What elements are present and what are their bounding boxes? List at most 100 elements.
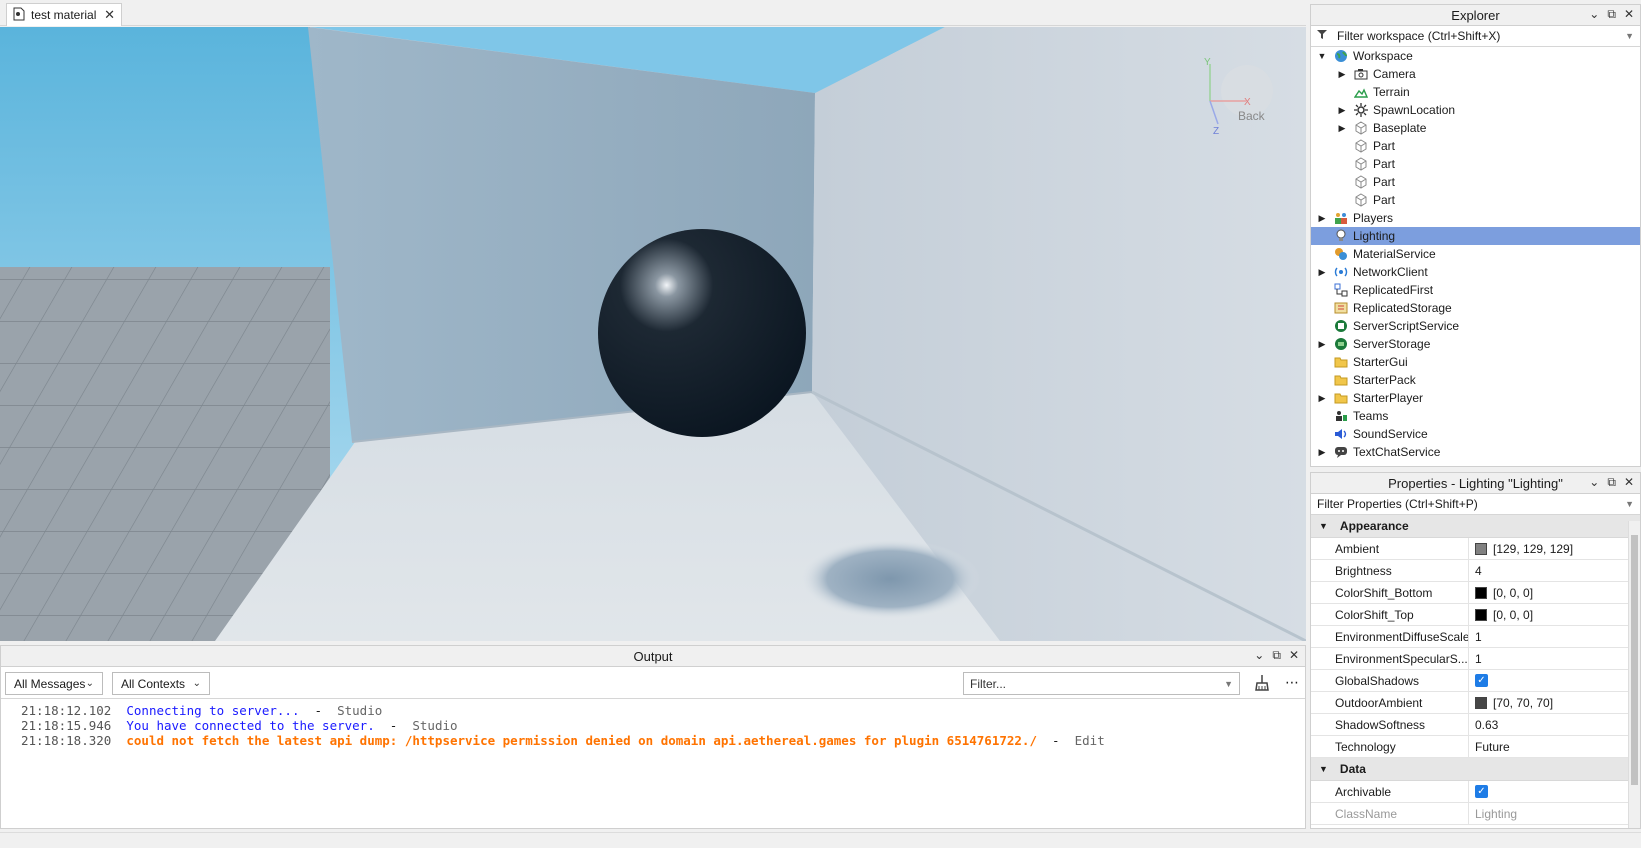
tree-item-lighting[interactable]: Lighting — [1311, 227, 1640, 245]
tree-item-networkclient[interactable]: ▶ NetworkClient — [1311, 263, 1640, 281]
properties-filter-input[interactable]: Filter Properties (Ctrl+Shift+P) ▼ — [1311, 494, 1640, 515]
tree-item-players[interactable]: ▶ Players — [1311, 209, 1640, 227]
output-filter-input[interactable]: Filter... ▼ — [963, 672, 1240, 695]
tree-item-serverscriptservice[interactable]: ServerScriptService — [1311, 317, 1640, 335]
folder-icon — [1333, 373, 1349, 387]
property-value[interactable]: 1 — [1469, 648, 1482, 669]
property-value[interactable]: 0.63 — [1469, 714, 1498, 735]
tree-item-replicatedfirst[interactable]: ReplicatedFirst — [1311, 281, 1640, 299]
property-value[interactable]: ✓ — [1469, 670, 1488, 691]
tree-item-starterpack[interactable]: StarterPack — [1311, 371, 1640, 389]
property-row[interactable]: Ambient [129, 129, 129] — [1311, 538, 1640, 560]
property-value[interactable]: [70, 70, 70] — [1469, 692, 1553, 713]
property-value[interactable]: [129, 129, 129] — [1469, 538, 1573, 559]
property-row[interactable]: EnvironmentSpecularS... 1 — [1311, 648, 1640, 670]
property-row[interactable]: OutdoorAmbient [70, 70, 70] — [1311, 692, 1640, 714]
clear-output-icon[interactable] — [1253, 674, 1271, 695]
scrollbar-thumb[interactable] — [1631, 535, 1638, 785]
teams-icon — [1333, 409, 1349, 423]
property-row[interactable]: ClassName Lighting — [1311, 803, 1640, 825]
chevron-down-icon: ▼ — [1625, 499, 1634, 509]
chevron-right-icon[interactable]: ▶ — [1317, 393, 1327, 404]
tree-item-part[interactable]: Part — [1311, 137, 1640, 155]
property-row[interactable]: Technology Future — [1311, 736, 1640, 758]
chevron-down-icon[interactable]: ⌄ — [1589, 475, 1599, 490]
chevron-right-icon[interactable]: ▶ — [1317, 267, 1327, 278]
status-strip — [0, 832, 1641, 848]
properties-grid: ▼ Appearance Ambient [129, 129, 129] Brightn… — [1311, 515, 1640, 825]
color-swatch[interactable] — [1475, 608, 1487, 621]
property-row[interactable]: GlobalShadows ✓ — [1311, 670, 1640, 692]
close-tab-icon[interactable]: ✕ — [104, 7, 115, 23]
tree-item-part[interactable]: Part — [1311, 155, 1640, 173]
script-file-icon — [13, 7, 25, 24]
property-value[interactable]: Future — [1469, 736, 1510, 757]
players-icon — [1333, 211, 1349, 225]
tree-item-camera[interactable]: ▶ Camera — [1311, 65, 1640, 83]
property-row[interactable]: Brightness 4 — [1311, 560, 1640, 582]
tree-item-serverstorage[interactable]: ▶ ServerStorage — [1311, 335, 1640, 353]
chevron-right-icon[interactable]: ▶ — [1317, 447, 1327, 458]
document-tab[interactable]: test material ✕ — [6, 3, 122, 26]
close-icon[interactable]: ✕ — [1624, 475, 1634, 490]
chevron-right-icon[interactable]: ▶ — [1337, 105, 1347, 116]
property-row[interactable]: ShadowSoftness 0.63 — [1311, 714, 1640, 736]
property-value[interactable]: [0, 0, 0] — [1469, 604, 1533, 625]
chevron-right-icon[interactable]: ▶ — [1317, 213, 1327, 224]
property-category-appearance[interactable]: ▼ Appearance — [1311, 515, 1640, 538]
color-swatch[interactable] — [1475, 586, 1487, 599]
property-name: GlobalShadows — [1311, 670, 1469, 691]
chevron-down-icon[interactable]: ▼ — [1319, 764, 1328, 774]
tree-item-label: SpawnLocation — [1373, 103, 1456, 117]
undock-icon[interactable]: ⧉ — [1607, 7, 1616, 22]
property-row[interactable]: ColorShift_Top [0, 0, 0] — [1311, 604, 1640, 626]
undock-icon[interactable]: ⧉ — [1607, 475, 1616, 490]
tree-item-materialservice[interactable]: MaterialService — [1311, 245, 1640, 263]
color-swatch[interactable] — [1475, 696, 1487, 709]
3d-viewport[interactable]: Y X Z Back — [0, 27, 1306, 641]
replicated-icon — [1333, 283, 1349, 297]
tree-item-spawnlocation[interactable]: ▶ SpawnLocation — [1311, 101, 1640, 119]
contexts-filter-dropdown[interactable]: All Contexts ⌄ — [112, 672, 210, 695]
property-row[interactable]: Archivable ✓ — [1311, 781, 1640, 803]
property-category-data[interactable]: ▼ Data — [1311, 758, 1640, 781]
tree-item-soundservice[interactable]: SoundService — [1311, 425, 1640, 443]
checkbox-checked[interactable]: ✓ — [1475, 674, 1488, 687]
tree-item-terrain[interactable]: Terrain — [1311, 83, 1640, 101]
chevron-down-icon[interactable]: ▼ — [1319, 521, 1328, 531]
property-value[interactable]: [0, 0, 0] — [1469, 582, 1533, 603]
explorer-filter-input[interactable]: Filter workspace (Ctrl+Shift+X) ▼ — [1311, 26, 1640, 47]
messages-filter-dropdown[interactable]: All Messages ⌄ — [5, 672, 103, 695]
property-value[interactable]: Lighting — [1469, 803, 1517, 824]
property-value[interactable]: 4 — [1469, 560, 1482, 581]
tree-item-part[interactable]: Part — [1311, 191, 1640, 209]
property-row[interactable]: ColorShift_Bottom [0, 0, 0] — [1311, 582, 1640, 604]
close-icon[interactable]: ✕ — [1289, 648, 1299, 663]
chevron-down-icon[interactable]: ⌄ — [1254, 648, 1264, 663]
tree-item-baseplate[interactable]: ▶ Baseplate — [1311, 119, 1640, 137]
tree-item-part[interactable]: Part — [1311, 173, 1640, 191]
tree-item-starterplayer[interactable]: ▶ StarterPlayer — [1311, 389, 1640, 407]
chevron-right-icon[interactable]: ▶ — [1337, 123, 1347, 134]
property-value[interactable]: 1 — [1469, 626, 1482, 647]
explorer-title: Explorer — [1451, 7, 1500, 23]
tree-item-replicatedstorage[interactable]: ReplicatedStorage — [1311, 299, 1640, 317]
chevron-right-icon[interactable]: ▶ — [1317, 339, 1327, 350]
view-cube-back-label[interactable]: Back — [1238, 109, 1265, 123]
tree-item-teams[interactable]: Teams — [1311, 407, 1640, 425]
tree-item-textchatservice[interactable]: ▶ TextChatService — [1311, 443, 1640, 461]
checkbox-checked[interactable]: ✓ — [1475, 785, 1488, 798]
properties-scrollbar[interactable] — [1628, 521, 1640, 828]
property-name: ColorShift_Top — [1311, 604, 1469, 625]
color-swatch[interactable] — [1475, 542, 1487, 555]
property-value[interactable]: ✓ — [1469, 781, 1488, 802]
close-icon[interactable]: ✕ — [1624, 7, 1634, 22]
chevron-down-icon[interactable]: ⌄ — [1589, 7, 1599, 22]
more-options-icon[interactable]: ⋯ — [1285, 674, 1299, 691]
tree-item-workspace[interactable]: ▼ Workspace — [1311, 47, 1640, 65]
property-row[interactable]: EnvironmentDiffuseScale 1 — [1311, 626, 1640, 648]
chevron-right-icon[interactable]: ▶ — [1337, 69, 1347, 80]
undock-icon[interactable]: ⧉ — [1272, 648, 1281, 663]
chevron-down-icon[interactable]: ▼ — [1317, 51, 1327, 61]
tree-item-startergui[interactable]: StarterGui — [1311, 353, 1640, 371]
